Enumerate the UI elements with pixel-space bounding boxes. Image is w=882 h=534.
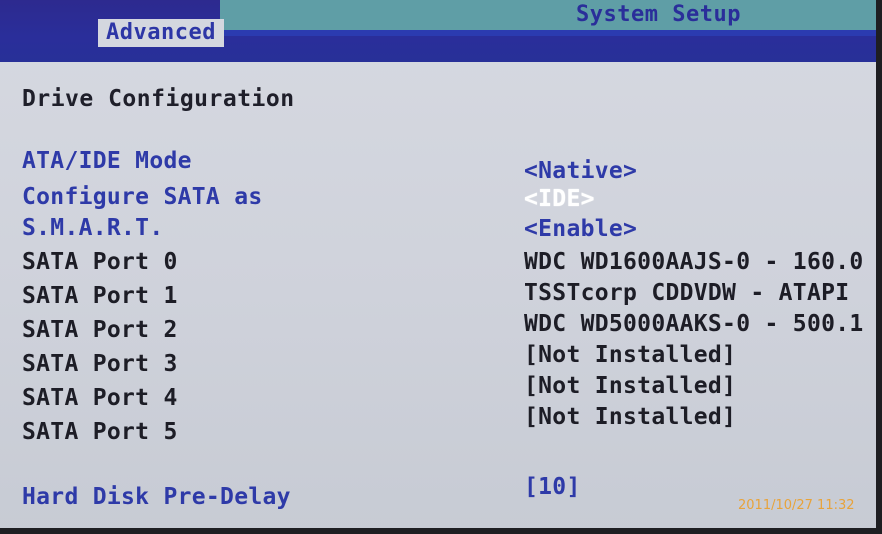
sata-port-4-value: [Not Installed] [524,373,737,399]
sata-port-2-label: SATA Port 2 [22,317,178,343]
setting-label-ata-ide-mode[interactable]: ATA/IDE Mode [22,148,192,174]
sata-port-5-value: [Not Installed] [524,404,737,430]
setting-value-ata-ide-mode[interactable]: <Native> [524,158,637,184]
window-title: System Setup [576,2,741,27]
setting-value-hard-disk-pre-delay[interactable]: [10] [524,474,581,500]
sata-port-1-value: TSSTcorp CDDVDW - ATAPI [524,280,850,306]
sata-port-3-label: SATA Port 3 [22,351,178,377]
bios-screen: System Setup Advanced Drive Configuratio… [0,0,882,534]
header-divider [220,30,882,36]
sata-port-1-label: SATA Port 1 [22,283,178,309]
monitor-bezel-right [876,0,882,534]
setting-label-smart[interactable]: S.M.A.R.T. [22,215,163,241]
sata-port-3-value: [Not Installed] [524,342,737,368]
photo-timestamp: 2011/10/27 11:32 [738,498,855,513]
header-bar: System Setup Advanced [0,0,882,62]
setting-value-smart[interactable]: <Enable> [524,216,637,242]
tab-advanced[interactable]: Advanced [98,19,224,47]
sata-port-0-value: WDC WD1600AAJS-0 - 160.0 GB [524,249,882,275]
setting-label-hard-disk-pre-delay[interactable]: Hard Disk Pre-Delay [22,484,291,510]
sata-port-2-value: WDC WD5000AAKS-0 - 500.1 GB [524,311,882,337]
section-title: Drive Configuration [22,86,295,112]
sata-port-5-label: SATA Port 5 [22,419,178,445]
title-bar [220,0,882,30]
sata-port-0-label: SATA Port 0 [22,249,178,275]
setting-label-configure-sata[interactable]: Configure SATA as [22,184,263,210]
setting-value-configure-sata[interactable]: <IDE> [524,186,595,212]
monitor-bezel-bottom [0,528,882,534]
sata-port-4-label: SATA Port 4 [22,385,178,411]
